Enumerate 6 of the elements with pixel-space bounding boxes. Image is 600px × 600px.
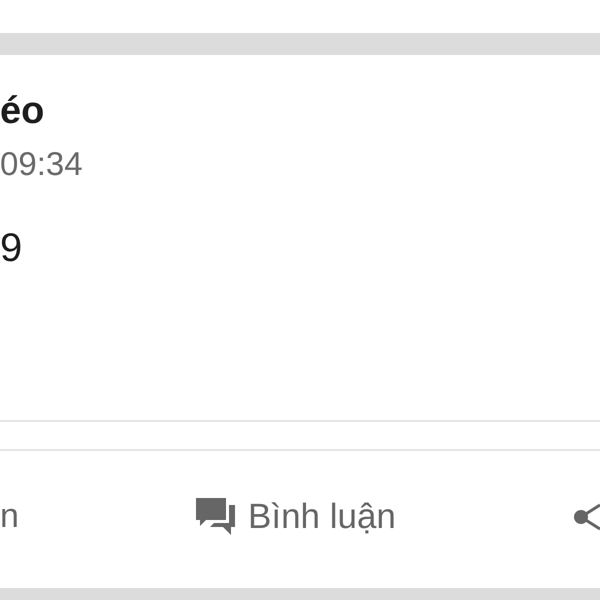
like-button[interactable]: n — [0, 497, 19, 536]
author-name: éo — [0, 89, 44, 133]
comment-button[interactable]: Bình luận — [196, 496, 396, 536]
comment-icon — [196, 498, 238, 536]
post-text: 9 — [0, 225, 22, 271]
post-time: 09:34 — [0, 145, 83, 183]
